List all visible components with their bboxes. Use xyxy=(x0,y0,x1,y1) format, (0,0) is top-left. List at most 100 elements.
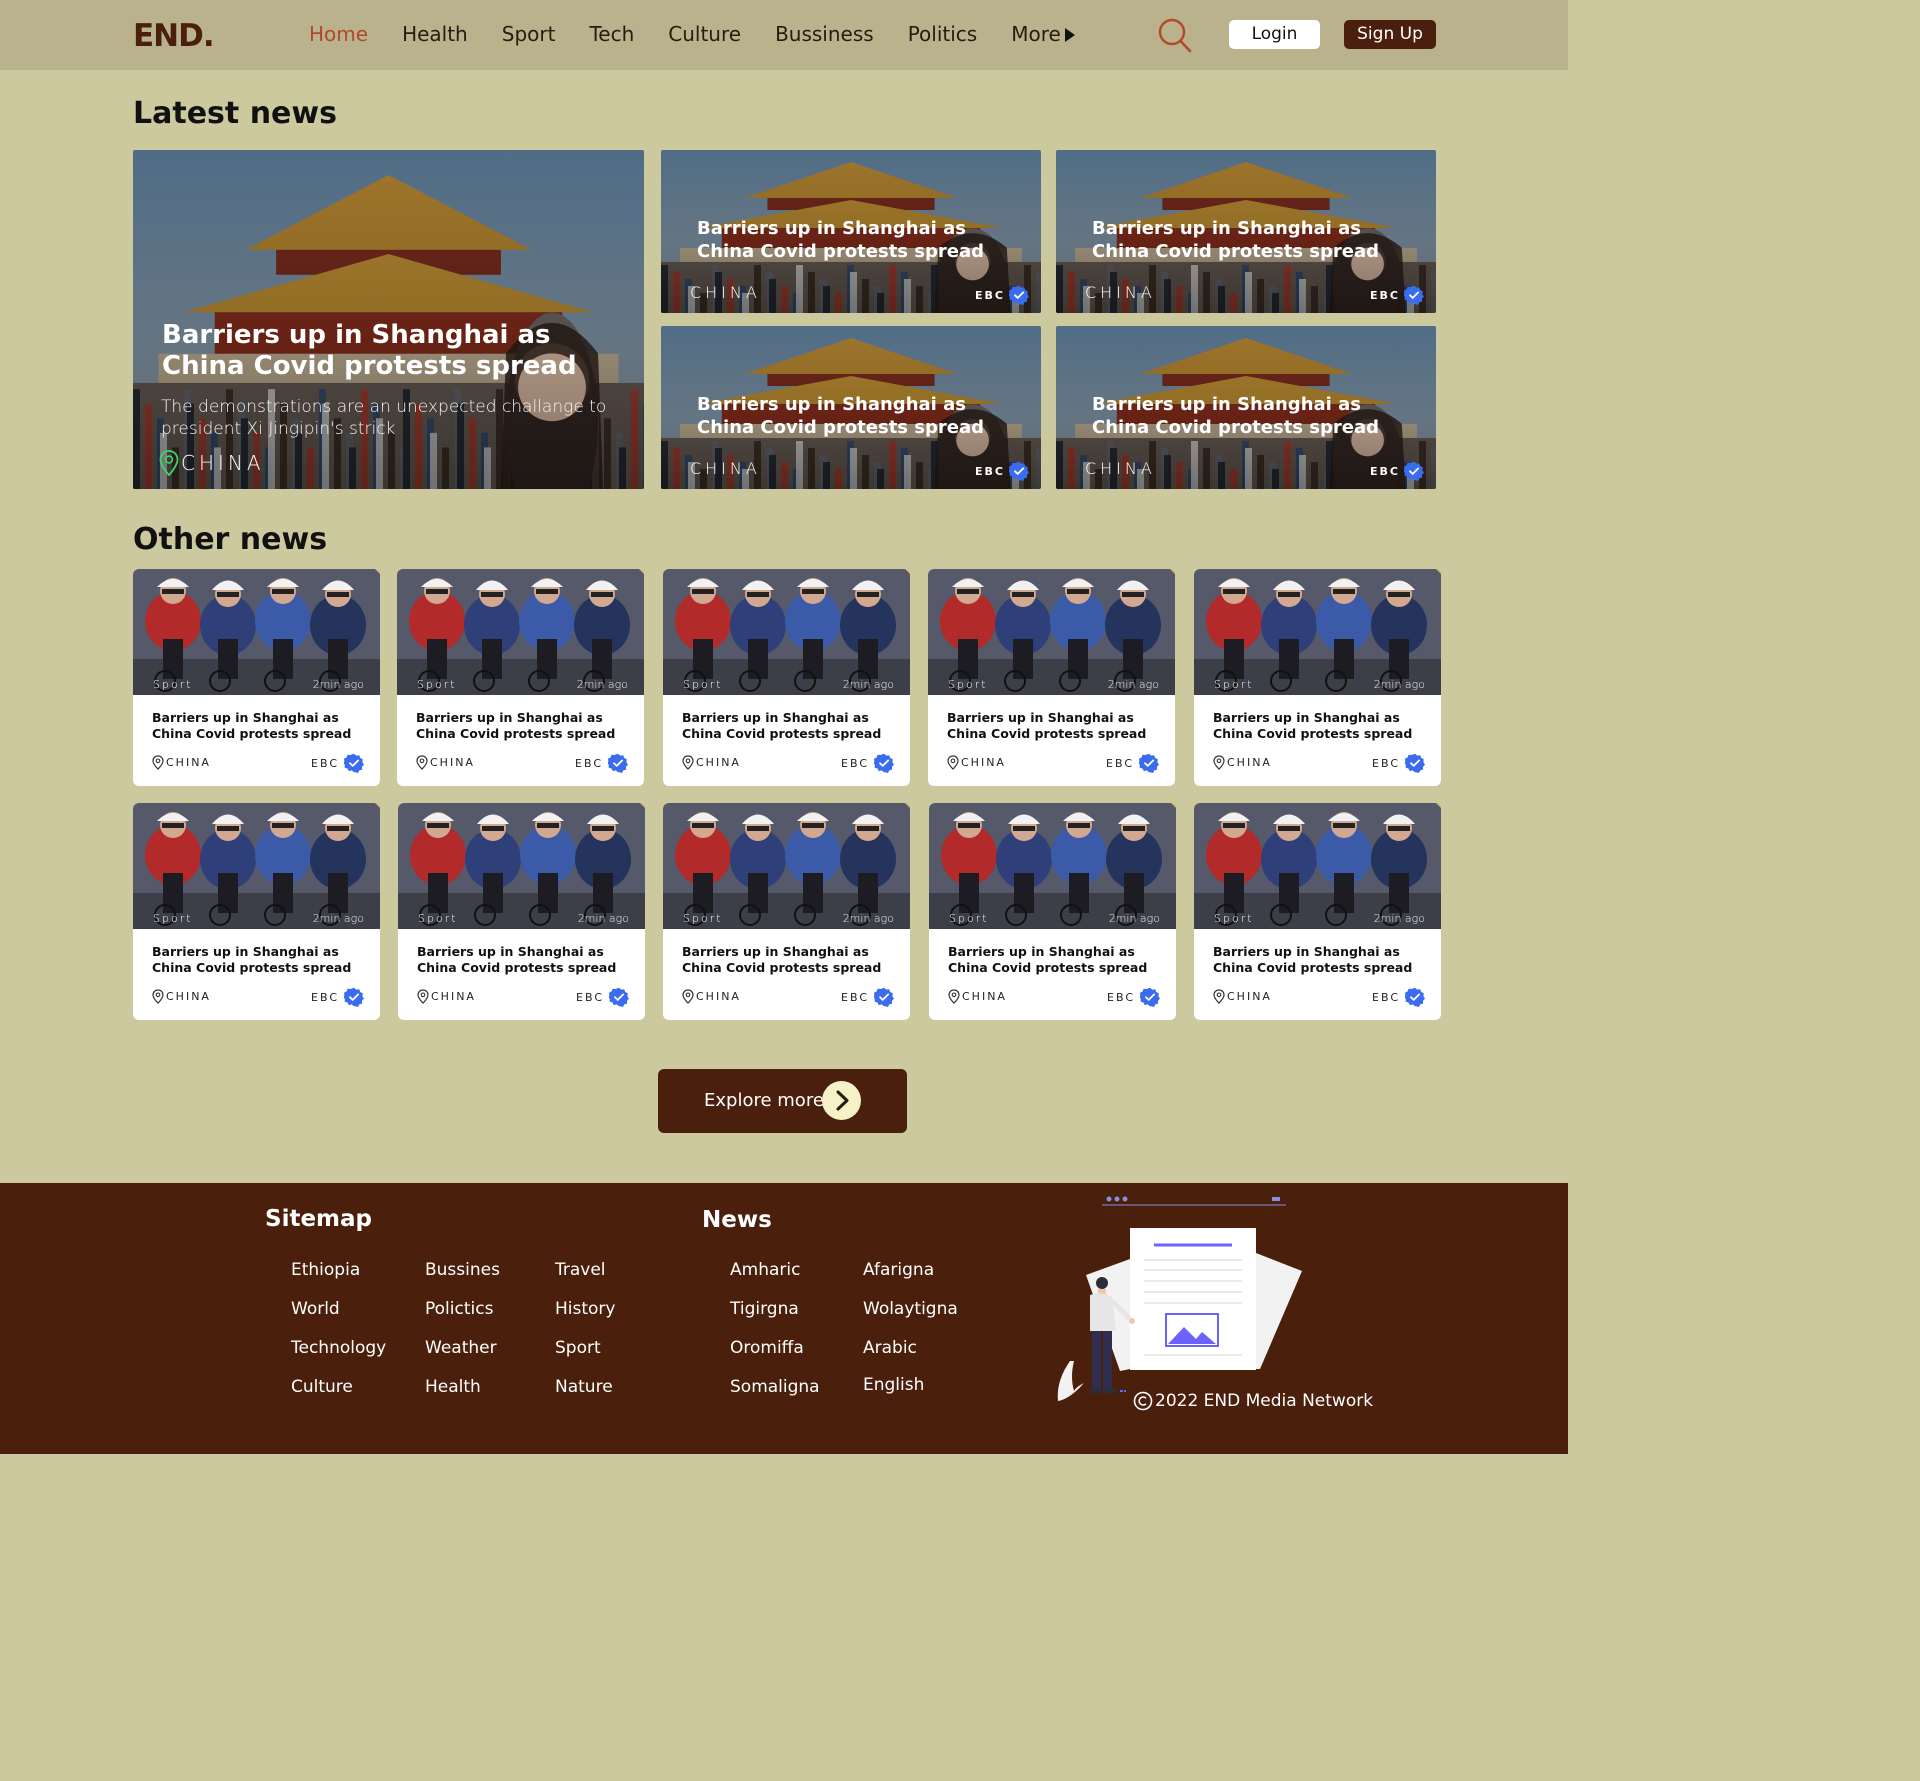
nav-link-tech[interactable]: Tech xyxy=(589,22,634,46)
cyclists-photo xyxy=(398,803,645,929)
latest-news-card[interactable]: Barriers up in Shanghai as China Covid p… xyxy=(661,150,1041,313)
news-card-location-label: CHINA xyxy=(1227,990,1272,1003)
footer-news-link[interactable]: Afarigna xyxy=(863,1260,934,1280)
news-card[interactable]: Sport 2min ago Barriers up in Shanghai a… xyxy=(663,569,910,786)
news-card-source-label: EBC xyxy=(311,756,339,770)
news-card-location-label: CHINA xyxy=(431,990,476,1003)
nav-link-health[interactable]: Health xyxy=(402,22,468,46)
footer-sitemap-link[interactable]: Health xyxy=(425,1377,481,1397)
footer-sitemap-link[interactable]: Bussines xyxy=(425,1260,500,1280)
nav-link-culture[interactable]: Culture xyxy=(668,22,741,46)
nav-link-more[interactable]: More xyxy=(1011,22,1075,46)
news-heading: News xyxy=(702,1207,772,1233)
news-card-location: CHINA xyxy=(416,755,475,770)
footer-sitemap-link[interactable]: History xyxy=(555,1299,615,1319)
nav-link-business[interactable]: Bussiness xyxy=(775,22,874,46)
news-card-time: 2min ago xyxy=(1373,912,1425,925)
featured-news-location: CHINA xyxy=(159,450,265,476)
news-card-source-label: EBC xyxy=(1372,756,1400,770)
footer-sitemap-link[interactable]: Polictics xyxy=(425,1299,493,1319)
news-card[interactable]: Sport 2min ago Barriers up in Shanghai a… xyxy=(133,569,380,786)
news-source-label: EBC xyxy=(1370,288,1400,302)
verified-badge-icon xyxy=(1404,285,1424,305)
news-card-source-label: EBC xyxy=(841,990,869,1004)
news-card[interactable]: Sport 2min ago Barriers up in Shanghai a… xyxy=(1194,569,1441,786)
news-card-image xyxy=(1194,569,1441,695)
footer-sitemap-link[interactable]: Culture xyxy=(291,1377,353,1397)
news-source-label: EBC xyxy=(1370,464,1400,478)
signup-button[interactable]: Sign Up xyxy=(1344,20,1436,49)
nav-link-home[interactable]: Home xyxy=(309,22,368,46)
news-card-category: Sport xyxy=(683,912,723,925)
footer-sitemap-link[interactable]: World xyxy=(291,1299,340,1319)
footer-news-link[interactable]: Somaligna xyxy=(730,1377,820,1397)
location-pin-icon xyxy=(682,989,694,1004)
news-card-time: 2min ago xyxy=(1373,678,1425,691)
footer-news-link[interactable]: Arabic xyxy=(863,1338,917,1358)
news-card-image xyxy=(663,803,910,929)
sitemap-heading: Sitemap xyxy=(265,1206,372,1232)
news-card[interactable]: Sport 2min ago Barriers up in Shanghai a… xyxy=(397,569,644,786)
footer-sitemap-link[interactable]: Sport xyxy=(555,1338,601,1358)
verified-badge-icon xyxy=(1405,987,1425,1007)
latest-news-card[interactable]: Barriers up in Shanghai as China Covid p… xyxy=(1056,326,1436,489)
cyclists-photo xyxy=(1194,803,1441,929)
footer-sitemap-link[interactable]: Ethiopia xyxy=(291,1260,360,1280)
explore-more-label: Explore more xyxy=(704,1090,824,1111)
latest-news-card[interactable]: Barriers up in Shanghai as China Covid p… xyxy=(1056,150,1436,313)
footer-news-link[interactable]: Tigirgna xyxy=(730,1299,799,1319)
news-card[interactable]: Sport 2min ago Barriers up in Shanghai a… xyxy=(929,803,1176,1020)
news-card-source-label: EBC xyxy=(1107,990,1135,1004)
nav-link-politics[interactable]: Politics xyxy=(908,22,978,46)
news-card[interactable]: Sport 2min ago Barriers up in Shanghai a… xyxy=(133,803,380,1020)
news-card-title: Barriers up in Shanghai as China Covid p… xyxy=(416,710,616,741)
news-card[interactable]: Sport 2min ago Barriers up in Shanghai a… xyxy=(663,803,910,1020)
news-card-category: Sport xyxy=(418,912,458,925)
news-card-source-label: EBC xyxy=(311,990,339,1004)
news-card[interactable]: Sport 2min ago Barriers up in Shanghai a… xyxy=(1194,803,1441,1020)
verified-badge-icon xyxy=(1405,753,1425,773)
other-news-heading: Other news xyxy=(133,522,328,557)
featured-news-location-label: CHINA xyxy=(181,451,265,475)
nav-link-sport[interactable]: Sport xyxy=(502,22,556,46)
caret-right-icon xyxy=(1064,28,1075,42)
top-navigation-bar: END. Home Health Sport Tech Culture Buss… xyxy=(0,0,1568,70)
latest-news-location: CHINA xyxy=(1085,283,1156,302)
footer-sitemap-link[interactable]: Nature xyxy=(555,1377,613,1397)
login-button[interactable]: Login xyxy=(1229,20,1320,49)
footer-sitemap-link[interactable]: Technology xyxy=(291,1338,386,1358)
search-icon[interactable] xyxy=(1156,17,1194,55)
news-card-source: EBC xyxy=(841,753,894,773)
news-card[interactable]: Sport 2min ago Barriers up in Shanghai a… xyxy=(398,803,645,1020)
news-card-title: Barriers up in Shanghai as China Covid p… xyxy=(682,944,882,975)
news-card-category: Sport xyxy=(417,678,457,691)
news-source-label: EBC xyxy=(975,464,1005,478)
footer-news-link[interactable]: Amharic xyxy=(730,1260,800,1280)
site-logo[interactable]: END. xyxy=(133,18,215,54)
explore-more-button[interactable]: Explore more xyxy=(658,1069,907,1133)
news-card-source-label: EBC xyxy=(1372,990,1400,1004)
news-card-location: CHINA xyxy=(1213,755,1272,770)
featured-news-card[interactable]: Barriers up in Shanghai as China Covid p… xyxy=(133,150,644,489)
footer-news-link[interactable]: English xyxy=(863,1375,924,1395)
location-pin-icon xyxy=(152,989,164,1004)
news-card-title: Barriers up in Shanghai as China Covid p… xyxy=(947,710,1147,741)
location-pin-icon xyxy=(152,755,164,770)
footer-sitemap-link[interactable]: Weather xyxy=(425,1338,497,1358)
site-footer: Sitemap News Ethiopia World Technology Cult… xyxy=(0,1183,1568,1454)
news-card[interactable]: Sport 2min ago Barriers up in Shanghai a… xyxy=(928,569,1175,786)
location-pin-icon xyxy=(947,755,959,770)
footer-news-link[interactable]: Oromiffa xyxy=(730,1338,804,1358)
footer-sitemap-link[interactable]: Travel xyxy=(555,1260,606,1280)
latest-news-card[interactable]: Barriers up in Shanghai as China Covid p… xyxy=(661,326,1041,489)
news-card-image xyxy=(663,569,910,695)
cyclists-photo xyxy=(133,803,380,929)
news-card-source: EBC xyxy=(575,753,628,773)
location-pin-icon xyxy=(416,755,428,770)
featured-news-description: The demonstrations are an unexpected cha… xyxy=(161,397,607,439)
news-card-location: CHINA xyxy=(417,989,476,1004)
verified-badge-icon xyxy=(344,753,364,773)
location-pin-icon xyxy=(1213,755,1225,770)
footer-news-link[interactable]: Wolaytigna xyxy=(863,1299,958,1319)
news-card-title: Barriers up in Shanghai as China Covid p… xyxy=(948,944,1148,975)
